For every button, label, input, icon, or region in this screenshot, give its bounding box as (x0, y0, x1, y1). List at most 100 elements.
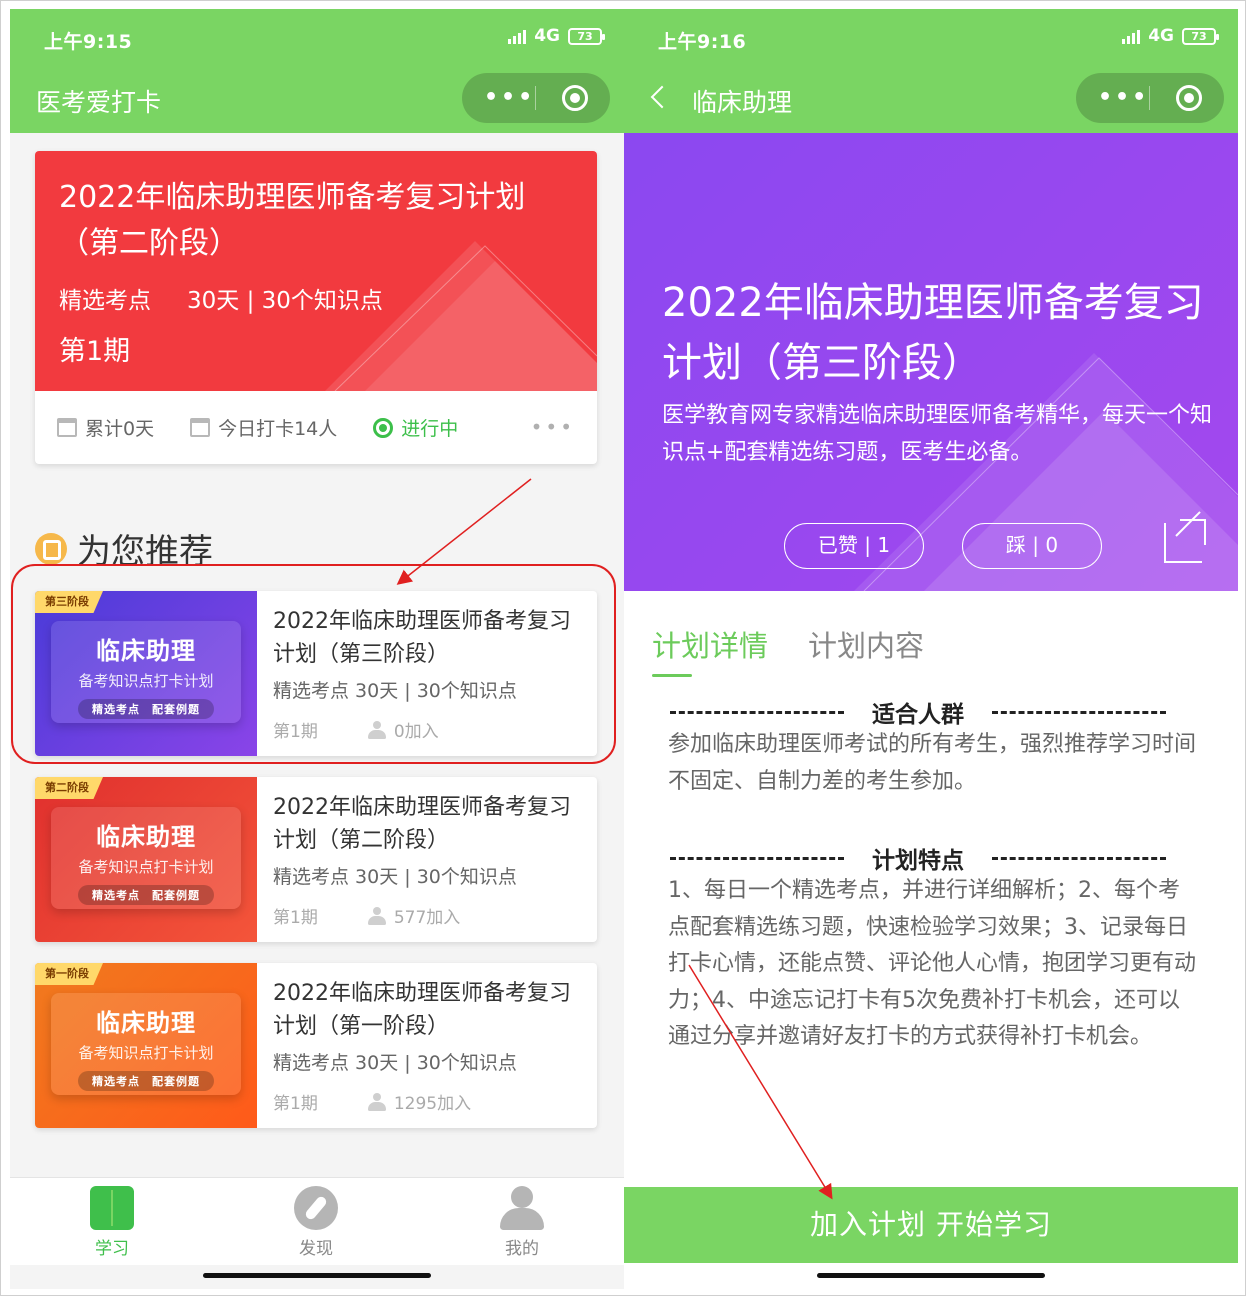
screenshot-frame: 上午9:15 4G 73 医考爱打卡 ••• 2022年临床助理医师备考复习计划… (0, 0, 1246, 1296)
stat-total-days: 累计0天 (57, 414, 154, 441)
stat-total-label: 累计0天 (85, 418, 155, 440)
miniprogram-capsule: ••• (1076, 73, 1224, 123)
tab-me[interactable]: 我的 (462, 1186, 582, 1259)
plan-meta-duration: 30天 | 30个知识点 (187, 288, 383, 314)
recommend-info: 2022年临床助理医师备考复习计划（第一阶段） 精选考点 30天 | 30个知识… (273, 977, 583, 1114)
recommend-item[interactable]: 第一阶段 临床助理 备考知识点打卡计划 精选考点 配套例题 2022年临床助理医… (35, 963, 597, 1128)
battery-icon: 73 (1182, 27, 1219, 45)
recommend-joined: 577加入 (393, 908, 461, 928)
more-menu-icon[interactable]: ••• (484, 87, 535, 109)
capsule-divider (535, 86, 536, 110)
audience-text: 参加临床助理医师考试的所有考生，强烈推荐学习时间不固定、自制力差的考生参加。 (668, 732, 1197, 794)
status-dot-icon (373, 417, 394, 438)
current-plan-card[interactable]: 2022年临床助理医师备考复习计划（第二阶段） 精选考点 30天 | 30个知识点… (35, 151, 597, 464)
page-title: 临床助理 (692, 88, 793, 117)
recommend-title-text: 2022年临床助理医师备考复习计划（第一阶段） (273, 981, 571, 1039)
network-type: 4G (534, 26, 560, 46)
audience-heading: 适合人群 (670, 695, 1166, 729)
miniprogram-capsule: ••• (462, 73, 610, 123)
plan-title: 2022年临床助理医师备考复习计划（第二阶段） (59, 180, 526, 261)
battery-icon: 73 (568, 27, 605, 45)
compass-icon (294, 1186, 338, 1230)
stat-status: 进行中 (373, 414, 458, 441)
close-miniprogram-icon[interactable] (1176, 85, 1202, 111)
hero-description: 医学教育网专家精选临床助理医师备考精华，每天一个知识点+配套精选练习题，医考生必… (662, 403, 1213, 465)
home-indicator (817, 1273, 1045, 1278)
dashed-divider (670, 856, 844, 860)
plan-thumbnail: 第二阶段 临床助理 备考知识点打卡计划 精选考点 配套例题 (35, 777, 257, 942)
status-indicators: 4G 73 (1122, 26, 1219, 46)
dashed-divider (992, 856, 1166, 860)
recommend-period: 第1期 (273, 908, 318, 928)
recommend-item[interactable]: 第二阶段 临床助理 备考知识点打卡计划 精选考点 配套例题 2022年临床助理医… (35, 777, 597, 942)
join-plan-button[interactable]: 加入计划 开始学习 (624, 1187, 1238, 1263)
thumbnail-title: 临床助理 (96, 823, 196, 851)
tab-discover-label: 发现 (299, 1239, 333, 1259)
tab-plan-content[interactable]: 计划内容 (808, 623, 924, 677)
plan-stats-row: 累计0天 今日打卡14人 进行中 ••• (35, 391, 597, 464)
person-icon (500, 1186, 544, 1230)
share-icon[interactable] (1164, 519, 1206, 563)
right-phone-screen: 上午9:16 4G 73 临床助理 ••• 2022年临床助理医师备考复习计划（… (624, 9, 1238, 1289)
features-heading-label: 计划特点 (872, 848, 964, 874)
plan-thumbnail: 第一阶段 临床助理 备考知识点打卡计划 精选考点 配套例题 (35, 963, 257, 1128)
thumbnail-label-box: 临床助理 备考知识点打卡计划 精选考点 配套例题 (51, 993, 241, 1095)
user-icon (367, 1092, 386, 1111)
stat-today-checkins: 今日打卡14人 (190, 414, 337, 441)
status-time: 上午9:16 (658, 31, 747, 53)
network-type: 4G (1148, 26, 1174, 46)
dashed-divider (670, 710, 844, 714)
status-time: 上午9:15 (44, 31, 133, 53)
thumbnail-pill: 精选考点 配套例题 (78, 885, 214, 905)
detail-tabs: 计划详情 计划内容 (652, 623, 924, 677)
right-nav-bar: 上午9:16 4G 73 临床助理 ••• (624, 9, 1238, 133)
tab-plan-details[interactable]: 计划详情 (652, 623, 768, 677)
status-label: 进行中 (401, 418, 459, 440)
tab-study-label: 学习 (95, 1239, 129, 1259)
recommend-title-text: 2022年临床助理医师备考复习计划（第二阶段） (273, 795, 571, 853)
thumbnail-subtitle: 备考知识点打卡计划 (78, 858, 214, 876)
recommend-icon (35, 532, 67, 565)
status-indicators: 4G 73 (508, 26, 605, 46)
dashed-divider (992, 710, 1166, 714)
bottom-tab-bar: 学习 发现 我的 (10, 1177, 624, 1265)
more-options-icon[interactable]: ••• (531, 417, 575, 437)
left-nav-bar: 上午9:15 4G 73 医考爱打卡 ••• (10, 9, 624, 133)
user-icon (367, 906, 386, 925)
like-button[interactable]: 已赞 | 1 (784, 523, 924, 569)
recommend-meta: 精选考点 30天 | 30个知识点 (273, 866, 517, 888)
annotation-highlight-box (11, 564, 616, 764)
plan-hero-banner: 2022年临床助理医师备考复习计划（第三阶段） 医学教育网专家精选临床助理医师备… (624, 133, 1238, 591)
recommend-footer: 第1期 1295加入 (273, 1089, 583, 1114)
recommend-period: 第1期 (273, 1094, 318, 1114)
thumbnail-label-box: 临床助理 备考知识点打卡计划 精选考点 配套例题 (51, 807, 241, 909)
plan-period: 第1期 (59, 336, 131, 367)
tab-me-label: 我的 (505, 1239, 539, 1259)
back-arrow-icon[interactable] (650, 85, 674, 109)
plan-meta: 精选考点 30天 | 30个知识点 (59, 281, 393, 315)
hero-title: 2022年临床助理医师备考复习计划（第三阶段） (662, 280, 1204, 386)
capsule-divider (1149, 86, 1150, 110)
tab-study[interactable]: 学习 (52, 1186, 172, 1259)
home-indicator (203, 1273, 431, 1278)
thumbnail-subtitle: 备考知识点打卡计划 (78, 1044, 214, 1062)
dislike-button[interactable]: 踩 | 0 (962, 523, 1102, 569)
stage-tag: 第一阶段 (35, 963, 103, 985)
stat-today-label: 今日打卡14人 (218, 418, 338, 440)
recommend-footer: 第1期 577加入 (273, 903, 583, 928)
audience-heading-label: 适合人群 (872, 702, 964, 728)
close-miniprogram-icon[interactable] (562, 85, 588, 111)
features-text: 1、每日一个精选考点，并进行详细解析；2、每个考点配套精选练习题，快速检验学习效… (668, 878, 1197, 1049)
plan-meta-tag: 精选考点 (59, 288, 151, 314)
plan-banner: 2022年临床助理医师备考复习计划（第二阶段） 精选考点 30天 | 30个知识点… (35, 151, 597, 391)
calendar-check-icon (190, 418, 211, 437)
thumbnail-title: 临床助理 (96, 1009, 196, 1037)
stage-tag: 第二阶段 (35, 777, 103, 799)
more-menu-icon[interactable]: ••• (1098, 87, 1149, 109)
tab-discover[interactable]: 发现 (256, 1186, 376, 1259)
thumbnail-pill: 精选考点 配套例题 (78, 1071, 214, 1091)
book-icon (90, 1186, 134, 1230)
recommend-joined: 1295加入 (393, 1094, 472, 1114)
recommend-meta: 精选考点 30天 | 30个知识点 (273, 1052, 517, 1074)
recommend-info: 2022年临床助理医师备考复习计划（第二阶段） 精选考点 30天 | 30个知识… (273, 791, 583, 928)
